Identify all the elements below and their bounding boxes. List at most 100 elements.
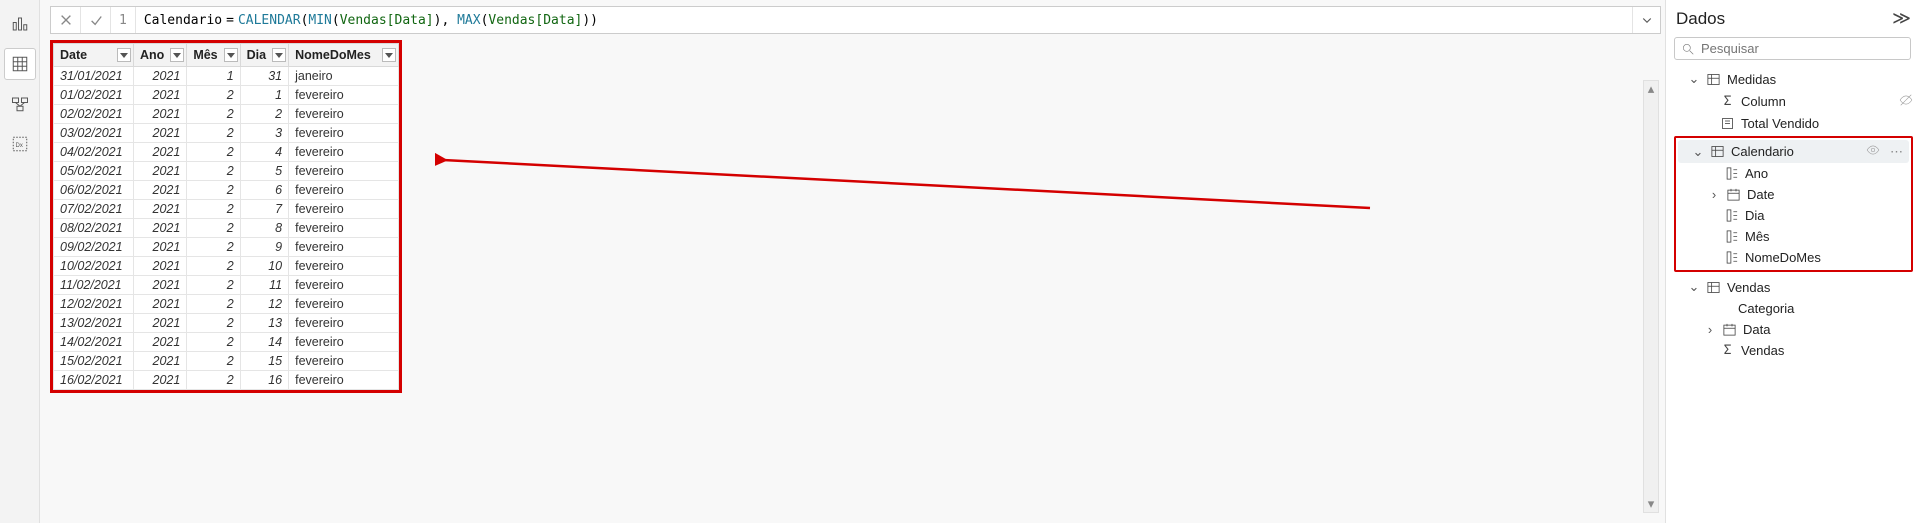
table-cell: fevereiro: [289, 181, 399, 200]
table-cell: 08/02/2021: [54, 219, 134, 238]
tree-column[interactable]: Σ Column: [1674, 90, 1915, 113]
tree-medidas[interactable]: ⌄ Medidas: [1674, 68, 1915, 90]
table-cell: 2021: [134, 314, 187, 333]
model-view-icon[interactable]: [4, 88, 36, 120]
visible-icon[interactable]: [1866, 143, 1880, 160]
table-cell: 2021: [134, 352, 187, 371]
table-cell: 2: [187, 124, 240, 143]
panel-collapse-icon[interactable]: ≫: [1892, 8, 1911, 29]
formula-code[interactable]: Calendario = CALENDAR ( MIN ( Vendas[Dat…: [136, 13, 1632, 28]
table-cell: 9: [240, 238, 288, 257]
table-row[interactable]: 11/02/20212021211fevereiro: [54, 276, 399, 295]
column-filter-icon[interactable]: [382, 48, 396, 62]
table-row[interactable]: 01/02/2021202121fevereiro: [54, 86, 399, 105]
tree-vendas[interactable]: ⌄ Vendas: [1674, 276, 1915, 298]
tree-date[interactable]: › Date: [1678, 184, 1909, 205]
table-row[interactable]: 05/02/2021202125fevereiro: [54, 162, 399, 181]
column-header-nomedomes[interactable]: NomeDoMes: [289, 44, 399, 67]
table-row[interactable]: 02/02/2021202122fevereiro: [54, 105, 399, 124]
column-filter-icon[interactable]: [170, 48, 184, 62]
table-row[interactable]: 14/02/20212021214fevereiro: [54, 333, 399, 352]
column-filter-icon[interactable]: [224, 48, 238, 62]
tree-label: Calendario: [1731, 144, 1794, 159]
tree-total-vendido[interactable]: Total Vendido: [1674, 113, 1915, 134]
scroll-down-icon[interactable]: ▾: [1644, 496, 1658, 512]
formula-commit-icon[interactable]: [81, 7, 111, 33]
formula-token-comma: ,: [441, 13, 457, 28]
table-row[interactable]: 09/02/2021202129fevereiro: [54, 238, 399, 257]
table-row[interactable]: 07/02/2021202127fevereiro: [54, 200, 399, 219]
table-cell: 09/02/2021: [54, 238, 134, 257]
table-row[interactable]: 03/02/2021202123fevereiro: [54, 124, 399, 143]
tree-label: Ano: [1745, 166, 1768, 181]
tree-categoria[interactable]: Categoria: [1674, 298, 1915, 319]
view-rail: Dx: [0, 0, 40, 523]
tree-label: Dia: [1745, 208, 1765, 223]
formula-expand-icon[interactable]: [1632, 7, 1660, 33]
scroll-track[interactable]: [1644, 97, 1658, 496]
hidden-icon[interactable]: [1899, 93, 1913, 110]
column-header-ano[interactable]: Ano: [134, 44, 187, 67]
column-header-dia[interactable]: Dia: [240, 44, 288, 67]
table-cell: 11: [240, 276, 288, 295]
column-filter-icon[interactable]: [272, 48, 286, 62]
sigma-icon: Σ: [1720, 94, 1735, 109]
table-zone: Date AnoMêsDiaNomeDoMes 31/01/20212021131…: [50, 40, 1665, 523]
table-cell: 16/02/2021: [54, 371, 134, 390]
search-icon: [1681, 42, 1695, 56]
table-cell: 04/02/2021: [54, 143, 134, 162]
table-cell: 4: [240, 143, 288, 162]
table-highlight-box: Date AnoMêsDiaNomeDoMes 31/01/20212021131…: [50, 40, 402, 393]
report-view-icon[interactable]: [4, 8, 36, 40]
tree-label: Column: [1741, 94, 1786, 109]
table-cell: 03/02/2021: [54, 124, 134, 143]
table-cell: 2: [187, 238, 240, 257]
table-row[interactable]: 06/02/2021202126fevereiro: [54, 181, 399, 200]
scroll-up-icon[interactable]: ▴: [1644, 81, 1658, 97]
table-cell: 12: [240, 295, 288, 314]
formula-cancel-icon[interactable]: [51, 7, 81, 33]
formula-bar: 1 Calendario = CALENDAR ( MIN ( Vendas[D…: [50, 6, 1661, 34]
table-cell: 2: [187, 276, 240, 295]
table-cell: 2: [187, 333, 240, 352]
table-row[interactable]: 12/02/20212021212fevereiro: [54, 295, 399, 314]
data-view-icon[interactable]: [4, 48, 36, 80]
dax-view-icon[interactable]: Dx: [4, 128, 36, 160]
tree-data[interactable]: › Data: [1674, 319, 1915, 340]
tree-ano[interactable]: Ano: [1678, 163, 1909, 184]
column-header-mês[interactable]: Mês: [187, 44, 240, 67]
date-hierarchy-icon: [1722, 322, 1737, 337]
fields-panel: Dados ≫ ⌄ Medidas Σ Column Total Vendido…: [1665, 0, 1919, 523]
search-box[interactable]: [1674, 37, 1911, 60]
table-row[interactable]: 13/02/20212021213fevereiro: [54, 314, 399, 333]
table-row[interactable]: 08/02/2021202128fevereiro: [54, 219, 399, 238]
table-cell: 2: [187, 86, 240, 105]
fields-panel-title: Dados: [1676, 9, 1725, 29]
vertical-scrollbar[interactable]: ▴ ▾: [1643, 80, 1659, 513]
tree-calendario[interactable]: ⌄ Calendario ⋯: [1678, 140, 1909, 163]
table-row[interactable]: 31/01/20212021131janeiro: [54, 67, 399, 86]
table-cell: 2021: [134, 105, 187, 124]
table-row[interactable]: 16/02/20212021216fevereiro: [54, 371, 399, 390]
tree-vendas-measure[interactable]: Σ Vendas: [1674, 340, 1915, 361]
more-options-icon[interactable]: ⋯: [1886, 144, 1907, 160]
column-header-label: Date: [60, 48, 103, 62]
table-row[interactable]: 15/02/20212021215fevereiro: [54, 352, 399, 371]
measure-icon: [1720, 116, 1735, 131]
search-input[interactable]: [1701, 41, 1904, 56]
tree-label: Vendas: [1741, 343, 1784, 358]
caret-right-icon: ›: [1704, 322, 1716, 337]
formula-line-number: 1: [111, 7, 136, 33]
table-row[interactable]: 10/02/20212021210fevereiro: [54, 257, 399, 276]
tree-mes[interactable]: Mês: [1678, 226, 1909, 247]
table-cell: 02/02/2021: [54, 105, 134, 124]
table-cell: 7: [240, 200, 288, 219]
column-filter-icon[interactable]: [117, 48, 131, 62]
table-cell: 13: [240, 314, 288, 333]
tree-dia[interactable]: Dia: [1678, 205, 1909, 226]
table-cell: 01/02/2021: [54, 86, 134, 105]
tree-nomedomes[interactable]: NomeDoMes: [1678, 247, 1909, 268]
table-row[interactable]: 04/02/2021202124fevereiro: [54, 143, 399, 162]
column-header-date[interactable]: Date: [54, 44, 134, 67]
table-cell: 2: [187, 219, 240, 238]
